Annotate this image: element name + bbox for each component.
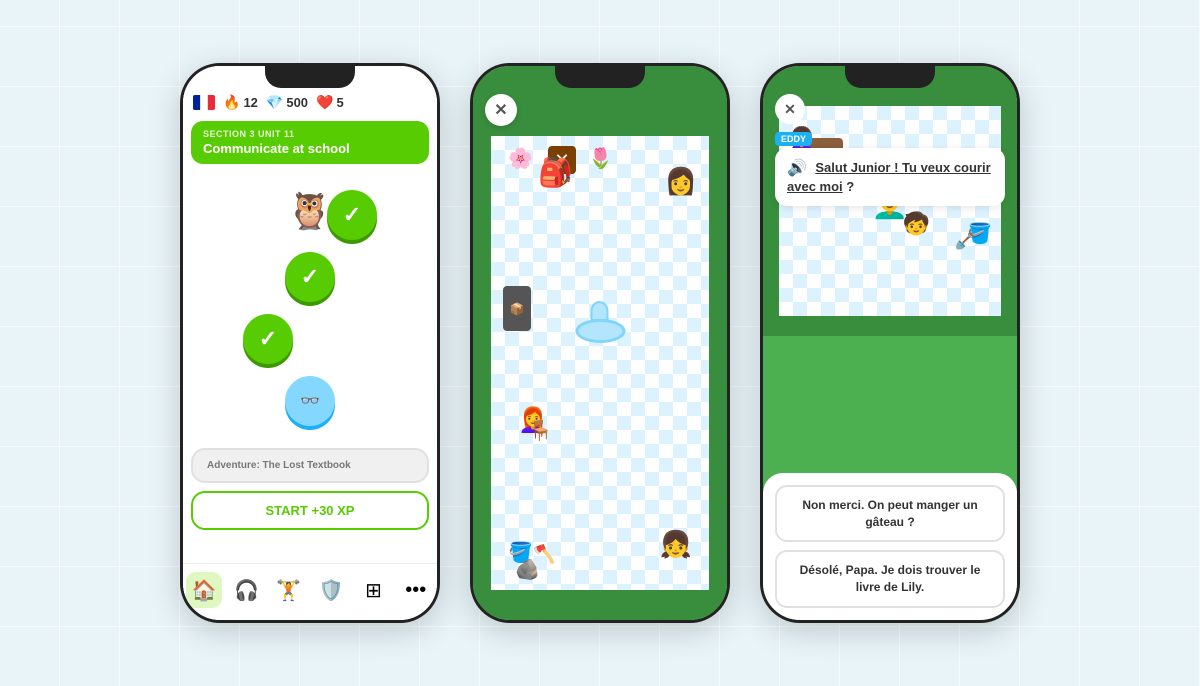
eddy-name-badge: EDDY [775,132,812,146]
flag-french [193,95,215,110]
lesson-node-4[interactable]: 👓 [285,376,335,426]
heart-icon: ❤️ [316,94,333,111]
response-option-2[interactable]: Désolé, Papa. Je dois trouver le livre d… [775,550,1005,608]
game-fountain [573,301,628,343]
gem-icon: 💎 [266,94,283,111]
lesson-node-3[interactable]: ✓ [243,314,293,364]
phone2-screen: ✕ 🌸 ✕ 🌷 👩 🎒 📦 👩‍🦰 🪑 👧 🪣 🪓 [473,66,727,620]
lesson-node-1[interactable]: ✓ [327,190,377,240]
section-banner: SECTION 3 UNIT 11 Communicate at school [191,121,429,164]
game-flower-2: 🌷 [588,146,613,171]
game-flower-1: 🌸 [508,146,533,171]
node-row-3: ✓ [183,310,437,368]
nav-shield[interactable]: 🛡️ [313,572,349,608]
gems-stat: 💎 500 [266,94,308,111]
game-char-1: 👩 [665,166,697,197]
phone-1: 🔥 12 💎 500 ❤️ 5 SECTION 3 UNIT 11 Commun… [180,63,440,623]
game-close-button[interactable]: ✕ [485,94,517,126]
adventure-card: Adventure: The Lost Textbook [191,448,429,483]
audio-icon[interactable]: 🔊 [787,160,807,177]
lesson-node-2[interactable]: ✓ [285,252,335,302]
bottom-nav: 🏠 🎧 🏋️ 🛡️ ⊞ ••• [183,563,437,620]
fire-icon: 🔥 [223,94,240,111]
phone3-screen: 👩‍🦱 👨‍🦰 🧒 🪣 🪏 ✕ EDDY 🔊 Salut Junior ! Tu… [763,66,1017,620]
speech-text: Salut Junior ! Tu veux courir avec moi ? [787,160,991,194]
nav-more[interactable]: ••• [398,572,434,608]
phone1-screen: 🔥 12 💎 500 ❤️ 5 SECTION 3 UNIT 11 Commun… [183,66,437,620]
phone-notch-2 [555,66,645,88]
node-row-4: 👓 [183,372,437,430]
scene-char-child: 🧒 [903,211,930,237]
response-option-1[interactable]: Non merci. On peut manger un gâteau ? [775,485,1005,543]
scene-shovel-2: 🪏 [955,231,975,251]
nav-practice[interactable]: 🏋️ [271,572,307,608]
adventure-label: Adventure: The Lost Textbook [207,460,413,471]
game3-close-button[interactable]: ✕ [775,94,805,124]
speech-bubble: 🔊 Salut Junior ! Tu veux courir avec moi… [775,148,1005,206]
phone-notch-1 [265,66,355,88]
start-button[interactable]: START +30 XP [191,491,429,530]
game-char-backpack: 🎒 [538,156,573,189]
section-label: SECTION 3 UNIT 11 [203,129,417,139]
game-rock: 🪨 [515,557,540,582]
game-char-3: 👧 [660,529,692,560]
nav-learn[interactable]: 🎧 [228,572,264,608]
hearts-stat: ❤️ 5 [316,94,344,111]
response-area: Non merci. On peut manger un gâteau ? Dé… [763,473,1017,620]
phone-3: 👩‍🦱 👨‍🦰 🧒 🪣 🪏 ✕ EDDY 🔊 Salut Junior ! Tu… [760,63,1020,623]
streak-stat: 🔥 12 [223,94,258,111]
game-bench: 🪑 [528,418,553,443]
nav-home[interactable]: 🏠 [186,572,222,608]
phone-2: ✕ 🌸 ✕ 🌷 👩 🎒 📦 👩‍🦰 🪑 👧 🪣 🪓 [470,63,730,623]
lesson-path: 🦉🌍 ✓ ✓ ✓ 👓 [183,168,437,440]
game-machine: 📦 [503,286,531,331]
phone-notch-3 [845,66,935,88]
node-row-1: ✓ [183,186,437,244]
unit-title: Communicate at school [203,141,417,156]
nav-quest[interactable]: ⊞ [355,572,391,608]
node-row-2: ✓ [183,248,437,306]
